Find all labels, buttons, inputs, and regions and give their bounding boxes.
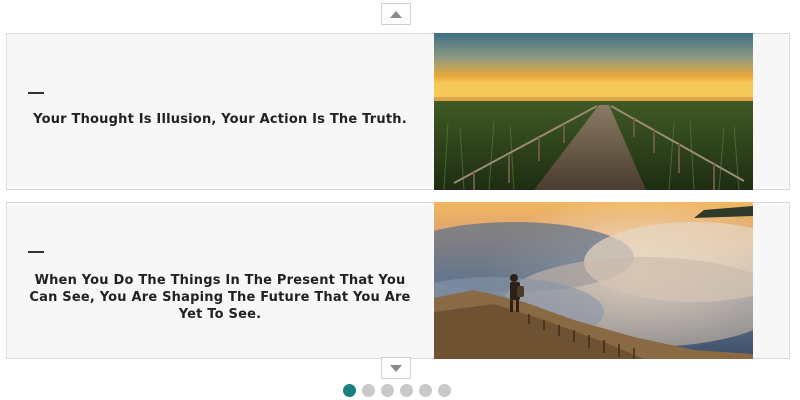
pagination-dot[interactable] — [343, 384, 356, 397]
quote-dash — [28, 251, 44, 253]
scroll-down-button[interactable] — [381, 357, 411, 379]
chevron-down-icon — [390, 364, 402, 372]
chevron-up-icon — [390, 10, 402, 18]
scroll-up-button[interactable] — [381, 3, 411, 25]
pagination-dot[interactable] — [419, 384, 432, 397]
pagination-dot[interactable] — [362, 384, 375, 397]
pagination-dots — [343, 384, 451, 397]
boardwalk-sunset-photo — [434, 33, 753, 190]
quote-text: Your Thought Is Illusion, Your Action Is… — [33, 112, 407, 127]
pagination-dot[interactable] — [400, 384, 413, 397]
quote-text: When You Do The Things In The Present Th… — [29, 273, 411, 322]
hiker-above-clouds-photo — [434, 202, 753, 359]
quote-card-2: When You Do The Things In The Present Th… — [6, 202, 790, 359]
pagination-dot[interactable] — [438, 384, 451, 397]
pagination-dot[interactable] — [381, 384, 394, 397]
quote-card-1: Your Thought Is Illusion, Your Action Is… — [6, 33, 790, 190]
quote-dash — [28, 92, 44, 94]
